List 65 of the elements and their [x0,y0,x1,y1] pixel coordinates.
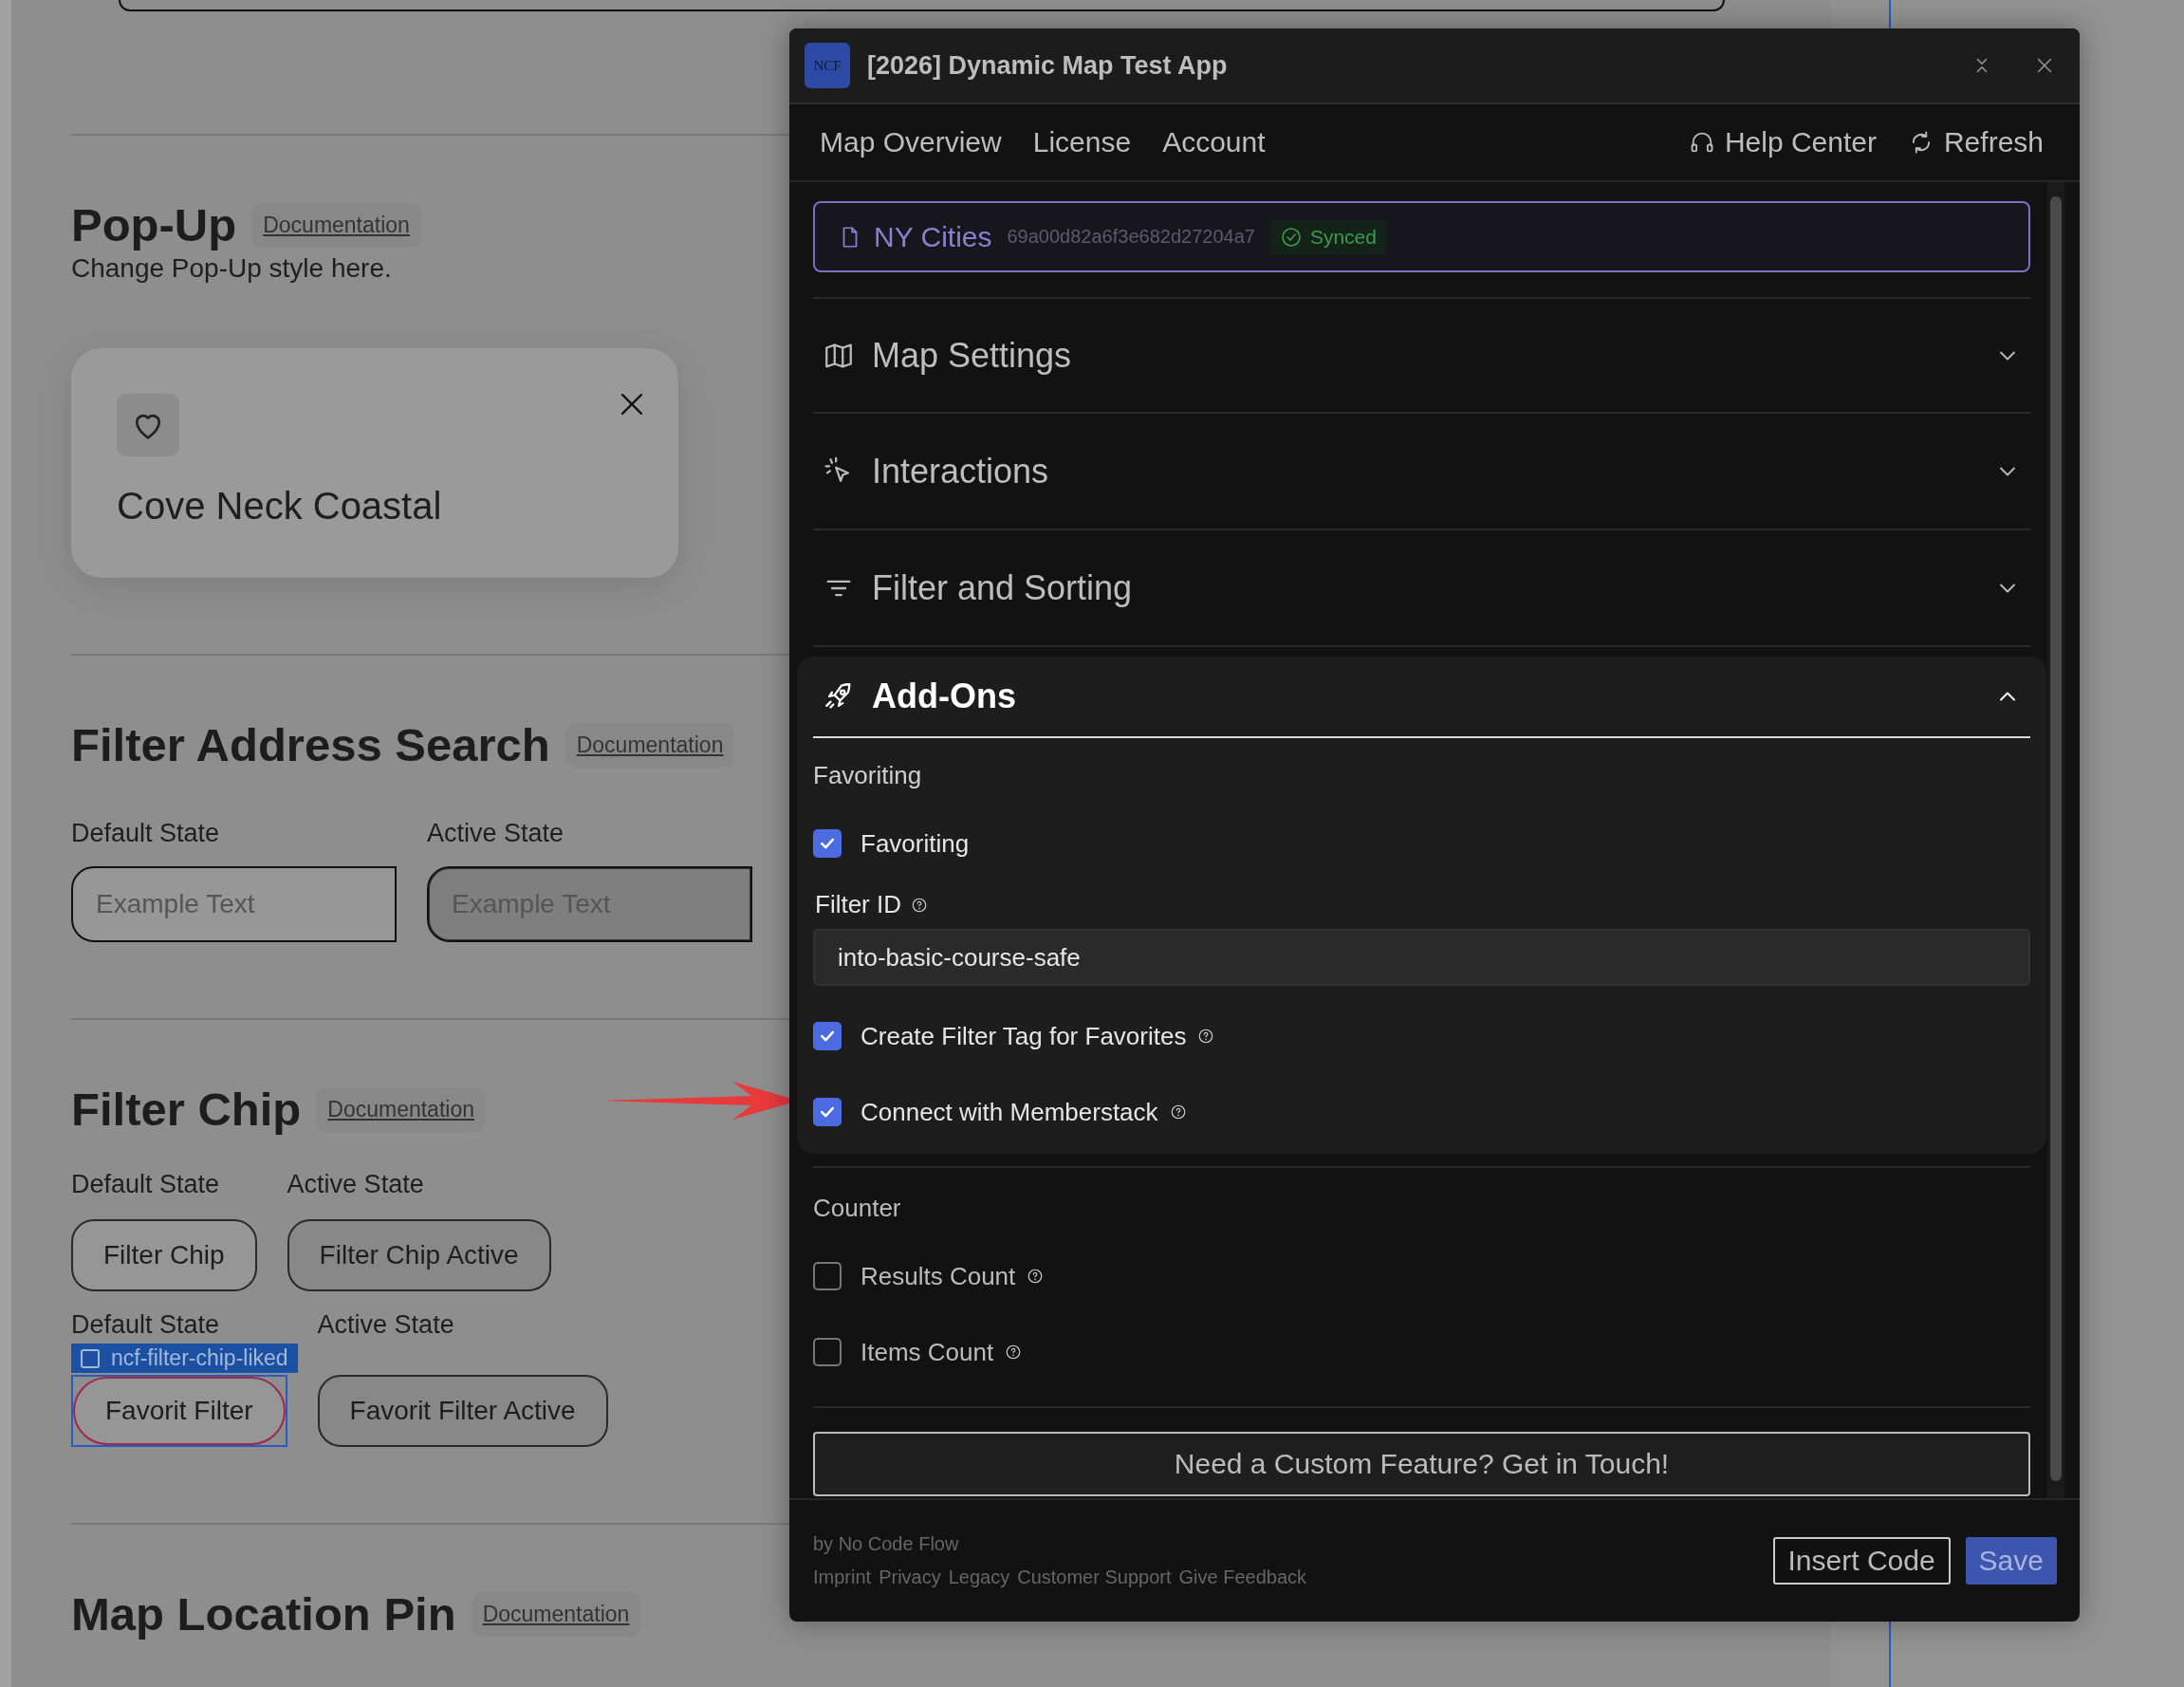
section-title: Filter Chip [71,1083,302,1136]
nav-link[interactable]: Map Overview [820,126,1002,158]
documentation-link[interactable]: Documentation [565,722,735,768]
checkbox-label: Create Filter Tag for Favorites [861,1021,1187,1051]
checkbox-label: Favoriting [861,828,970,859]
credit-text: by No Code Flow [813,1533,960,1555]
section-title: Filter Address Search [71,718,550,771]
save-button[interactable]: Save [1965,1537,2057,1585]
checkbox[interactable] [81,1348,100,1368]
footer-link[interactable]: Customer Support [1017,1566,1172,1588]
popup-title: Cove Neck Coastal [117,485,443,528]
window-title: [2026] Dynamic Map Test App [867,50,1228,81]
footer-link[interactable]: Legacy [948,1566,1010,1588]
favorite-button[interactable] [117,394,179,456]
accordion-header[interactable]: Add-Ons [813,657,2030,738]
checkbox[interactable] [813,1098,842,1126]
checkbox[interactable] [813,1022,842,1050]
section-title: Pop-Up [71,198,237,251]
field-label: Filter ID [815,890,901,919]
address-field[interactable]: Example Text [71,866,397,942]
project-name: NY Cities [874,220,992,253]
documentation-link[interactable]: Documentation [471,1591,641,1637]
checkbox-label: Items Count [861,1337,994,1367]
help-center-button[interactable]: Help Center [1688,126,1877,158]
state-label: Active State [287,1170,424,1198]
group-title: Favoriting [813,761,923,789]
filter-chip[interactable]: Favorit Filter [73,1377,286,1445]
checkbox-label: Results Count [861,1261,1016,1291]
checkbox[interactable] [813,1338,842,1366]
nav-link[interactable]: License [1032,126,1132,158]
documentation-link[interactable]: Documentation [251,202,421,248]
input-field[interactable] [119,0,1725,11]
footer-link[interactable]: Privacy [879,1566,941,1588]
accordion-header[interactable]: Filter and Sorting [813,530,2030,647]
group-title: Counter [813,1194,902,1222]
accordion-header[interactable]: Map Settings [813,297,2030,414]
project-id: 69a00d82a6f3e682d27204a7 [1007,226,1255,248]
status-badge: Synced [1269,219,1386,254]
state-label: Default State [71,819,221,847]
app-logo: NCF [805,43,850,88]
scrollbar[interactable] [2050,196,2062,1481]
checkbox[interactable] [813,1262,842,1290]
filter-chip[interactable]: Filter Chip Active [287,1219,551,1291]
checkbox[interactable] [813,829,842,858]
filter-chip[interactable]: Filter Chip [71,1219,257,1291]
state-label: Active State [317,1310,454,1339]
documentation-link[interactable]: Documentation [316,1086,486,1132]
insert-code-button[interactable]: Insert Code [1772,1537,1951,1585]
class-name: ncf-filter-chip-liked [111,1345,288,1371]
state-label: Default State [71,1170,220,1198]
footer-link[interactable]: Imprint [813,1566,872,1588]
check-circle-icon [1279,225,1303,249]
footer-link[interactable]: Give Feedback [1178,1566,1306,1588]
project-card[interactable]: NY Cities 69a00d82a6f3e682d27204a7 Synced [813,201,2030,272]
section-title: Map Location Pin [71,1587,456,1641]
refresh-button[interactable]: Refresh [1907,126,2044,158]
state-label: Default State [71,1310,220,1339]
checkbox-label: Connect with Memberstack [861,1097,1158,1127]
nav-link[interactable]: Account [1162,126,1266,158]
contact-button[interactable]: Need a Custom Feature? Get in Touch! [813,1432,2030,1496]
text-field[interactable]: into-basic-course-safe [813,929,2030,986]
section-description: Change Pop-Up style here. [71,253,393,284]
filter-chip[interactable]: Favorit Filter Active [317,1375,608,1447]
accordion-header[interactable]: Interactions [813,414,2030,530]
state-label: Active State [427,819,565,847]
